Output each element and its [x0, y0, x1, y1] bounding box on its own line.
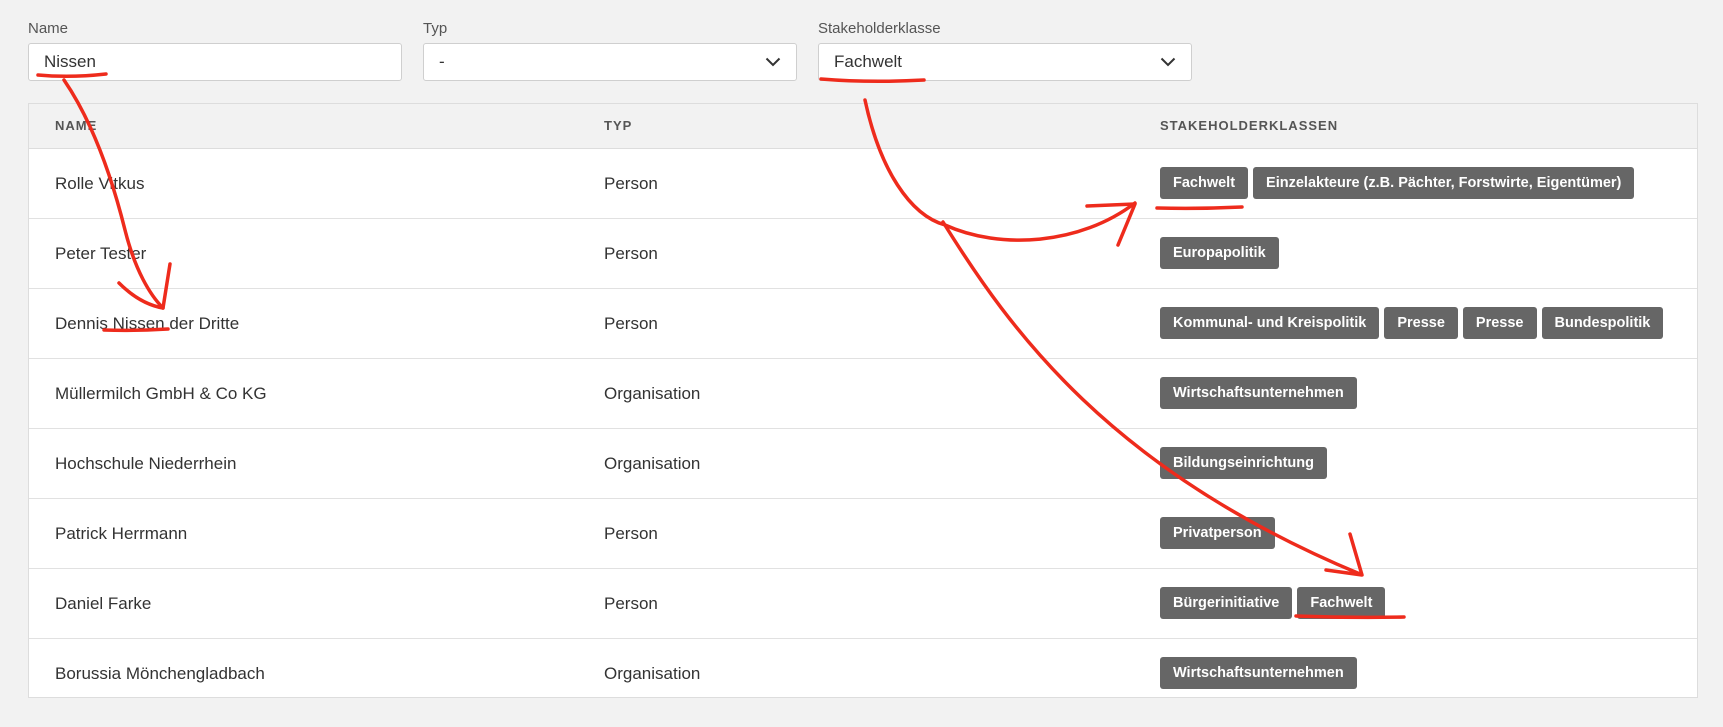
row-name: Hochschule Niederrhein [55, 454, 237, 473]
stakeholder-tag: Fachwelt [1160, 167, 1249, 199]
row-tags: Wirtschaftsunternehmen [1160, 377, 1357, 409]
stakeholder-tag: Bildungseinrichtung [1160, 447, 1327, 479]
table-row[interactable]: Rolle Vitkus Person Fachwelt Einzelakteu… [29, 149, 1697, 219]
row-name: Borussia Mönchengladbach [55, 664, 265, 683]
row-name: Peter Tester [55, 244, 147, 263]
stakeholderklasse-select-value: Fachwelt [834, 52, 903, 71]
stakeholder-tag: Bürgerinitiative [1160, 587, 1293, 619]
name-filter-label: Name [28, 20, 69, 37]
column-header-name[interactable]: NAME [55, 104, 97, 148]
table-row[interactable]: Peter Tester Person Europapolitik [29, 219, 1697, 289]
chevron-down-icon [1160, 57, 1176, 67]
row-typ: Person [604, 524, 658, 543]
row-name: Müllermilch GmbH & Co KG [55, 384, 267, 403]
table-row[interactable]: Borussia Mönchengladbach Organisation Wi… [29, 639, 1697, 708]
row-tags: Bildungseinrichtung [1160, 447, 1327, 479]
stakeholder-tag: Wirtschaftsunternehmen [1160, 377, 1357, 409]
typ-filter: Typ - [423, 18, 797, 81]
row-tags: Wirtschaftsunternehmen [1160, 657, 1357, 689]
column-header-typ[interactable]: TYP [604, 104, 632, 148]
column-header-stakeholderklassen[interactable]: STAKEHOLDERKLASSEN [1160, 104, 1338, 148]
stakeholder-tag: Wirtschaftsunternehmen [1160, 657, 1357, 689]
stakeholderklasse-select[interactable]: Fachwelt [818, 43, 1192, 81]
typ-select[interactable]: - [423, 43, 797, 81]
table-row[interactable]: Müllermilch GmbH & Co KG Organisation Wi… [29, 359, 1697, 429]
table-header: NAME TYP STAKEHOLDERKLASSEN [29, 104, 1697, 149]
stakeholderklasse-filter-label: Stakeholderklasse [818, 20, 941, 37]
stakeholder-tag: Einzelakteure (z.B. Pächter, Forstwirte,… [1253, 167, 1635, 199]
stakeholder-tag: Fachwelt [1297, 587, 1386, 619]
row-typ: Person [604, 594, 658, 613]
stakeholder-tag: Presse [1384, 307, 1458, 339]
row-name: Dennis Nissen der Dritte [55, 314, 240, 333]
filter-bar: Name Typ - Stakeholderklasse Fachwelt [28, 18, 1698, 88]
typ-filter-label: Typ [423, 20, 448, 37]
stakeholder-tag: Presse [1462, 307, 1537, 339]
row-name: Daniel Farke [55, 594, 152, 613]
row-tags: Fachwelt Einzelakteure (z.B. Pächter, Fo… [1160, 167, 1635, 199]
typ-select-value: - [439, 52, 445, 71]
row-tags: Bürgerinitiative Fachwelt [1160, 587, 1386, 619]
table-row[interactable]: Hochschule Niederrhein Organisation Bild… [29, 429, 1697, 499]
stakeholder-tag: Bundespolitik [1541, 307, 1664, 339]
name-input-wrapper[interactable] [28, 43, 402, 81]
name-filter: Name [28, 18, 402, 81]
stakeholder-table: NAME TYP STAKEHOLDERKLASSEN Rolle Vitkus… [28, 103, 1698, 698]
stakeholderklasse-filter: Stakeholderklasse Fachwelt [818, 18, 1192, 81]
row-name: Patrick Herrmann [55, 524, 188, 543]
name-input[interactable] [44, 52, 386, 72]
row-name: Rolle Vitkus [55, 174, 145, 193]
row-typ: Organisation [604, 384, 701, 403]
table-row[interactable]: Dennis Nissen der Dritte Person Kommunal… [29, 289, 1697, 359]
row-tags: Kommunal- und Kreispolitik Presse Presse… [1160, 307, 1664, 339]
table-row[interactable]: Daniel Farke Person Bürgerinitiative Fac… [29, 569, 1697, 639]
stakeholder-tag: Europapolitik [1160, 237, 1279, 269]
row-typ: Person [604, 314, 658, 333]
row-tags: Privatperson [1160, 517, 1275, 549]
row-tags: Europapolitik [1160, 237, 1279, 269]
stakeholder-tag: Privatperson [1160, 517, 1275, 549]
row-typ: Person [604, 174, 658, 193]
row-typ: Organisation [604, 454, 701, 473]
chevron-down-icon [765, 57, 781, 67]
row-typ: Organisation [604, 664, 701, 683]
table-row[interactable]: Patrick Herrmann Person Privatperson [29, 499, 1697, 569]
row-typ: Person [604, 244, 658, 263]
stakeholder-tag: Kommunal- und Kreispolitik [1160, 307, 1380, 339]
